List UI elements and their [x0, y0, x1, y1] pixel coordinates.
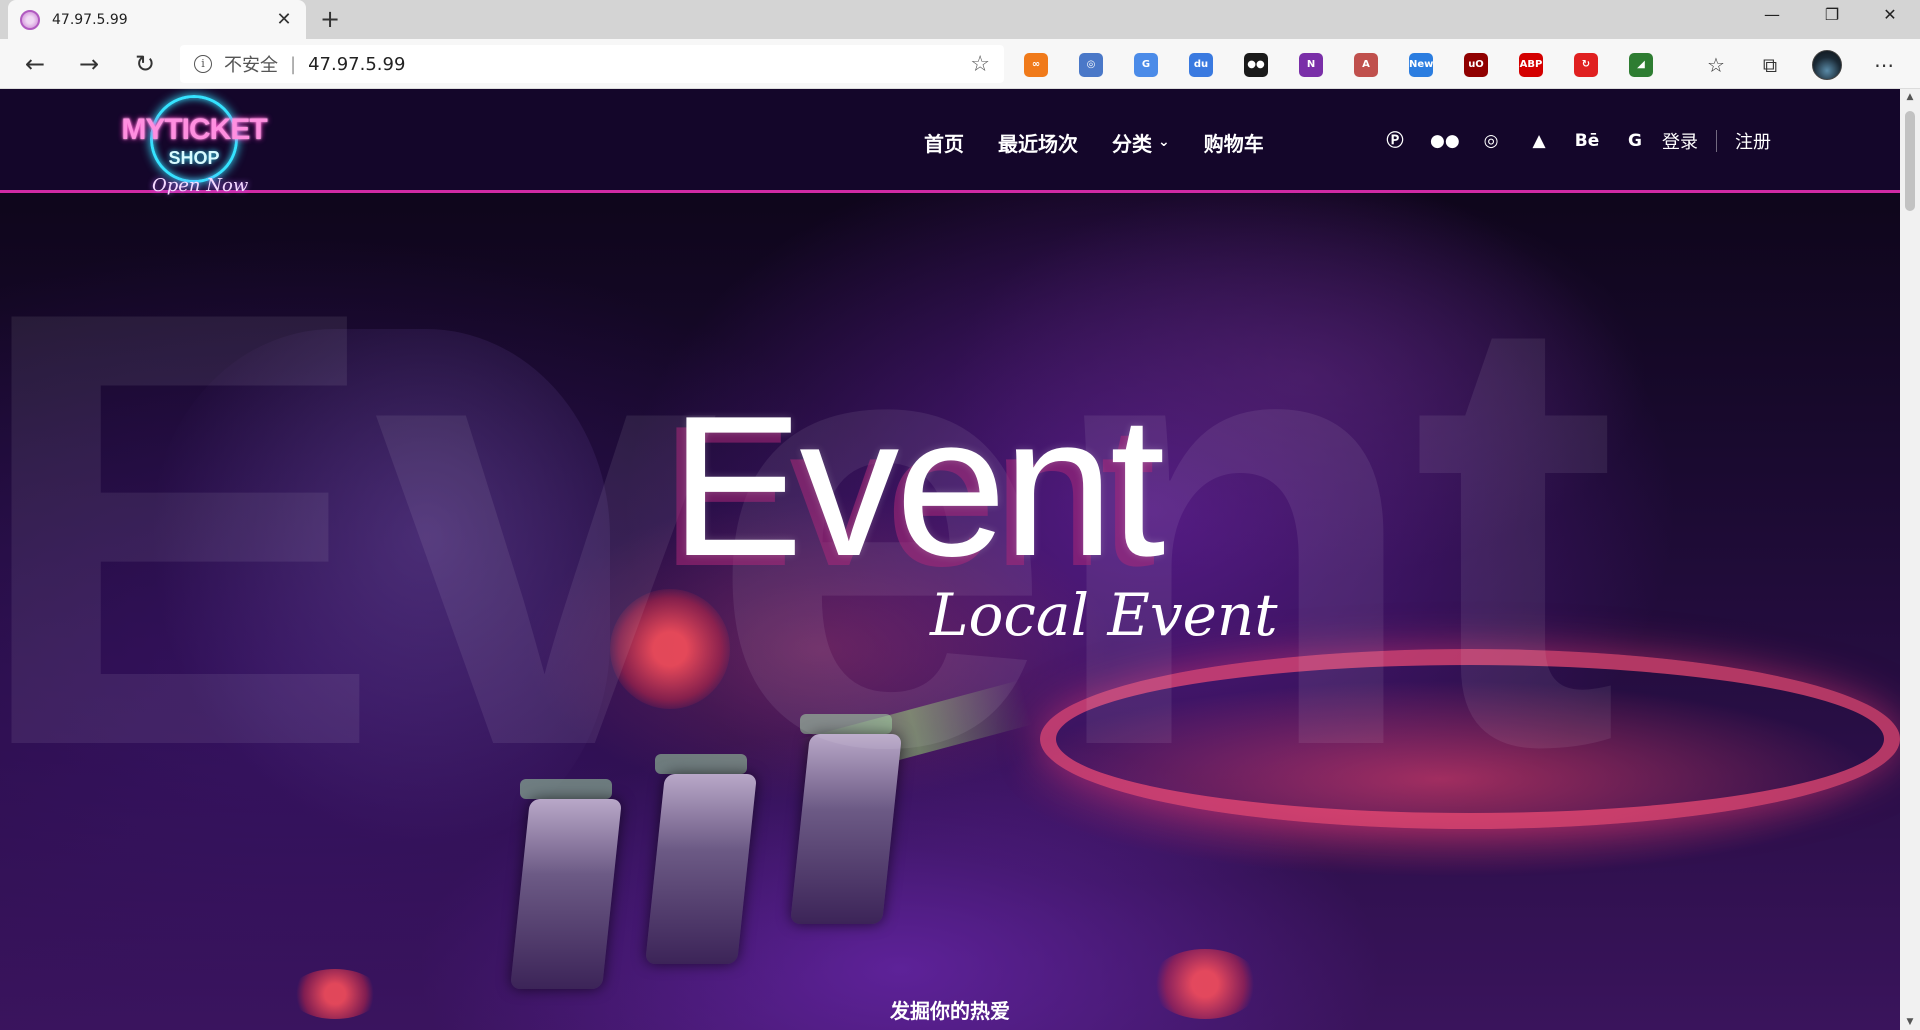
hero-tagline: 发掘你的热爱	[890, 999, 1010, 1023]
reload-button[interactable]: ↻	[128, 48, 162, 80]
sheets-extension-icon[interactable]: ◢	[1629, 53, 1653, 77]
behance-icon[interactable]: Bē	[1574, 127, 1600, 155]
google-icon[interactable]: G	[1622, 127, 1648, 155]
url-separator: |	[290, 53, 297, 75]
restore-button[interactable]: ❐	[1804, 0, 1860, 30]
logo-bottom-text: Open Now	[152, 175, 249, 196]
du-extension-icon[interactable]: du	[1189, 53, 1213, 77]
scroll-thumb[interactable]	[1905, 111, 1915, 211]
nav-category[interactable]: 分类 ⌄	[1112, 127, 1170, 157]
translate-extension-icon[interactable]: G	[1134, 53, 1158, 77]
pdf-extension-icon[interactable]: A	[1354, 53, 1378, 77]
login-link[interactable]: 登录	[1662, 128, 1698, 154]
tampermonkey-extension-icon[interactable]: ●●	[1244, 53, 1268, 77]
url-text[interactable]: 47.97.5.99	[308, 54, 970, 75]
auth-divider	[1716, 130, 1717, 152]
security-label[interactable]: 不安全	[224, 51, 278, 77]
address-bar[interactable]: i 不安全 | 47.97.5.99 ☆	[180, 45, 1004, 83]
chevron-down-icon: ⌄	[1158, 134, 1170, 150]
hero-title-block: Event Event	[660, 375, 1260, 598]
site-header: MYTICKET SHOP Open Now 首页 最近场次 分类 ⌄ 购物车 Ⓟ…	[0, 89, 1900, 196]
refresh-extension-icon[interactable]: ↻	[1574, 53, 1598, 77]
tab-close-icon[interactable]: ✕	[274, 9, 294, 30]
register-link[interactable]: 注册	[1735, 128, 1771, 154]
page-scrollbar[interactable]: ▲ ▼	[1900, 89, 1920, 1030]
window-close-button[interactable]: ✕	[1862, 0, 1918, 30]
scroll-down-arrow[interactable]: ▼	[1900, 1014, 1920, 1030]
weibo-icon[interactable]: ◎	[1478, 127, 1504, 155]
browser-toolbar: ← → ↻ i 不安全 | 47.97.5.99 ☆ ∞ ◎ Gdu ●● N A New u…	[0, 39, 1920, 89]
minimize-button[interactable]: —	[1744, 0, 1800, 30]
adobe-icon[interactable]: ▲	[1526, 127, 1552, 155]
info-icon[interactable]: i	[194, 55, 212, 73]
browser-tab-strip: 47.97.5.99 ✕ + — ❐ ✕	[0, 0, 1920, 39]
infinity-extension-icon[interactable]: ∞	[1024, 53, 1048, 77]
wechat-icon[interactable]: ●●	[1430, 127, 1460, 155]
tab-title: 47.97.5.99	[52, 11, 128, 28]
more-menu-icon[interactable]: ⋯	[1870, 51, 1898, 79]
hero-subtitle: Local Event	[930, 581, 1278, 649]
site-favicon-icon	[20, 9, 40, 30]
ublock-extension-icon[interactable]: uO	[1464, 53, 1488, 77]
hero-title: Event	[670, 375, 1165, 598]
back-button[interactable]: ←	[18, 48, 52, 80]
favorites-list-icon[interactable]: ☆	[1702, 51, 1730, 79]
scroll-up-arrow[interactable]: ▲	[1900, 89, 1920, 105]
main-nav: 首页 最近场次 分类 ⌄ 购物车	[924, 127, 1264, 157]
auth-links: 登录 注册	[1662, 127, 1771, 155]
logo-top-text: MYTICKET	[121, 113, 267, 146]
nav-home[interactable]: 首页	[924, 127, 964, 157]
nav-recent[interactable]: 最近场次	[998, 127, 1078, 157]
adblock-plus-extension-icon[interactable]: ABP	[1519, 53, 1543, 77]
pinterest-icon[interactable]: Ⓟ	[1382, 127, 1408, 155]
new-extension-icon[interactable]: New	[1409, 53, 1433, 77]
collections-icon[interactable]: ⧉	[1756, 51, 1784, 79]
nav-recent-label: 最近场次	[998, 131, 1078, 156]
nav-category-label: 分类	[1112, 131, 1152, 156]
social-links: Ⓟ ●● ◎ ▲ Bē G	[1382, 127, 1648, 155]
nav-home-label: 首页	[924, 131, 964, 156]
logo-middle-text: SHOP	[168, 148, 220, 168]
page-viewport: Event MYTICKET SHOP Open Now 首页 最近场次 分类 ⌄…	[0, 89, 1900, 1030]
nav-cart[interactable]: 购物车	[1204, 127, 1264, 157]
favorite-star-icon[interactable]: ☆	[970, 52, 990, 77]
onenote-extension-icon[interactable]: N	[1299, 53, 1323, 77]
forward-button[interactable]: →	[72, 48, 106, 80]
profile-avatar[interactable]	[1812, 50, 1842, 80]
browser-tab[interactable]: 47.97.5.99 ✕	[8, 0, 306, 39]
reader-extension-icon[interactable]: ◎	[1079, 53, 1103, 77]
nav-cart-label: 购物车	[1203, 131, 1264, 156]
site-logo[interactable]: MYTICKET SHOP Open Now	[118, 93, 278, 203]
new-tab-button[interactable]: +	[316, 6, 344, 34]
